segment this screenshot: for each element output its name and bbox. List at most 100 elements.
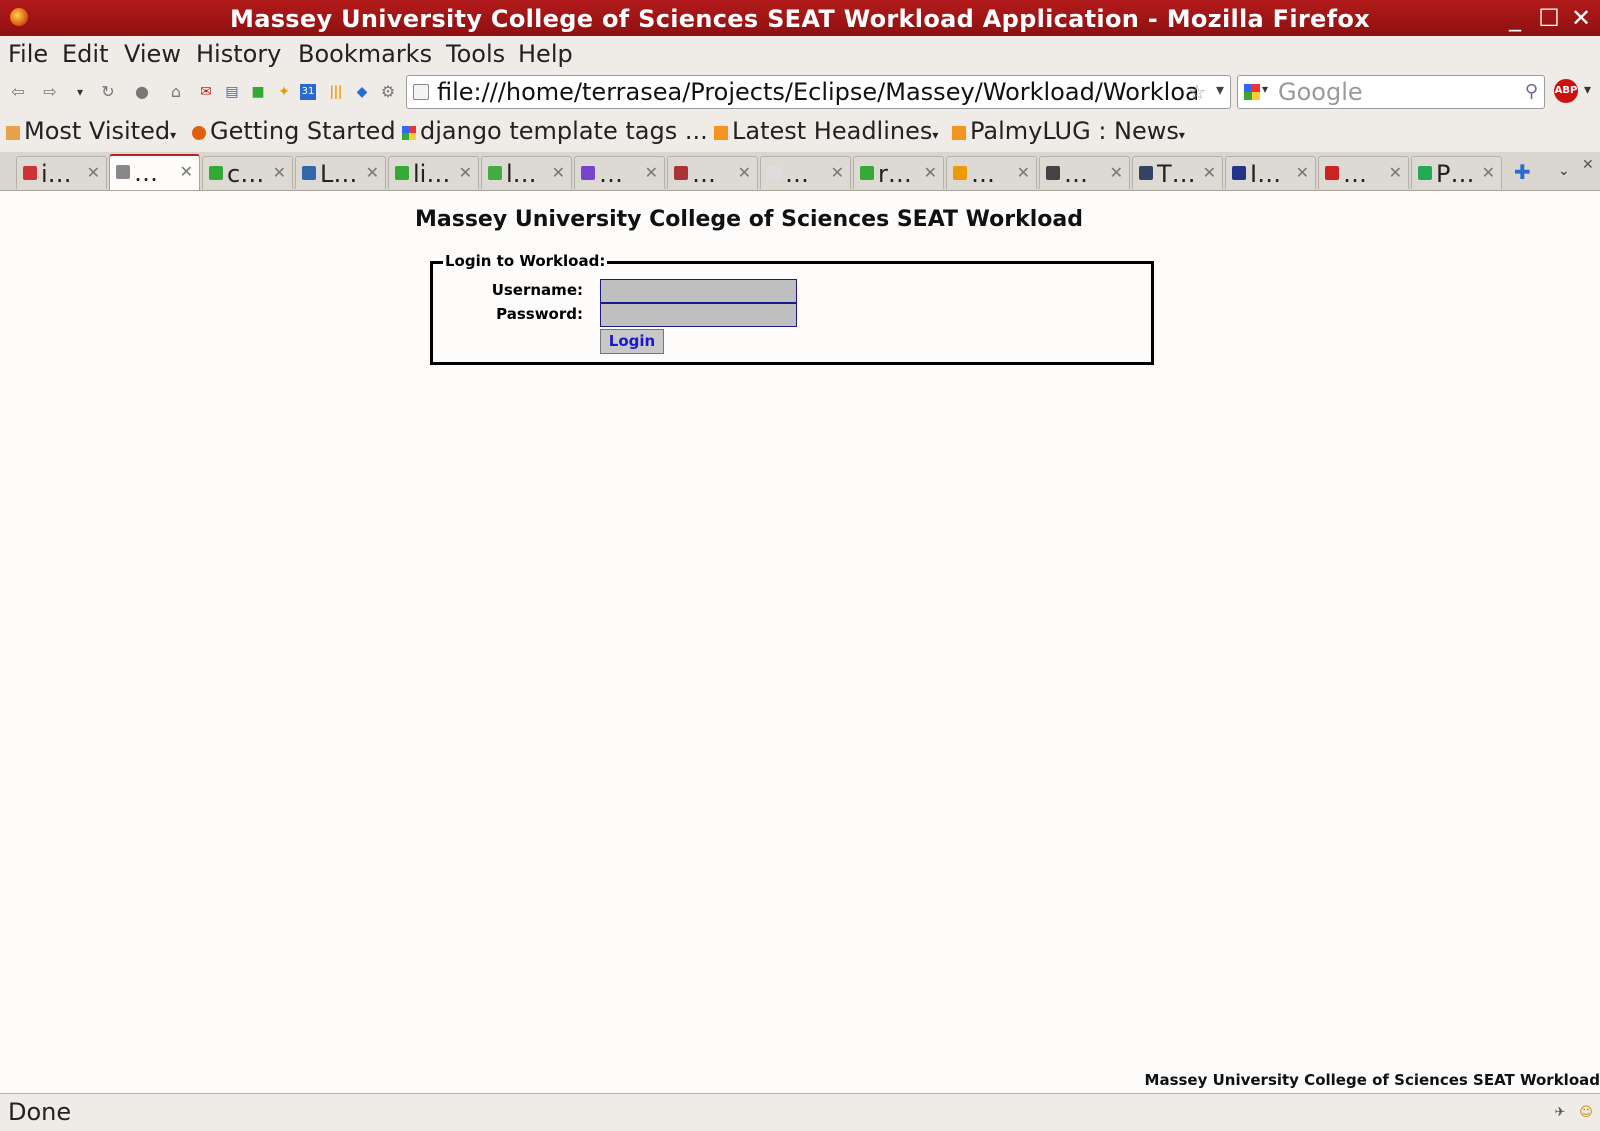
bookmark-django-template-tags[interactable]: django template tags ... bbox=[402, 117, 708, 145]
login-button[interactable]: Login bbox=[600, 329, 664, 354]
bookmark-palmylug-news[interactable]: PalmyLUG : News▾ bbox=[952, 117, 1185, 145]
tab[interactable]: li… ✕ bbox=[388, 156, 479, 189]
url-dropdown-icon[interactable]: ▾ bbox=[1216, 80, 1224, 99]
tab-close-icon[interactable]: ✕ bbox=[645, 163, 658, 182]
gear-icon[interactable]: ⚙ bbox=[378, 82, 398, 102]
tab-close-icon[interactable]: ✕ bbox=[831, 163, 844, 182]
bookmark-star-icon[interactable]: ☆ bbox=[1188, 80, 1206, 104]
menu-edit[interactable]: Edit bbox=[62, 40, 108, 68]
status-text: Done bbox=[8, 1098, 72, 1126]
tab[interactable]: I… ✕ bbox=[1225, 156, 1316, 189]
tab-label: … bbox=[134, 159, 158, 187]
search-placeholder[interactable]: Google bbox=[1278, 78, 1363, 106]
url-text[interactable]: file:///home/terrasea/Projects/Eclipse/M… bbox=[437, 78, 1197, 106]
reload-icon[interactable]: ↻ bbox=[98, 82, 118, 102]
tab-list-dropdown-icon[interactable]: ⌄ bbox=[1558, 163, 1570, 179]
tab-label: … bbox=[785, 160, 809, 188]
tab[interactable]: l… ✕ bbox=[481, 156, 572, 189]
search-engine-dropdown-icon[interactable]: ▾ bbox=[1262, 82, 1268, 96]
close-icon[interactable]: ✕ bbox=[1566, 4, 1596, 32]
search-icon[interactable]: ⚲ bbox=[1525, 81, 1538, 102]
tab-close-icon[interactable]: ✕ bbox=[552, 163, 565, 182]
bookmark-getting-started[interactable]: Getting Started bbox=[192, 117, 396, 145]
page-footer: Massey University College of Sciences SE… bbox=[1144, 1071, 1600, 1089]
menu-view[interactable]: View bbox=[124, 40, 181, 68]
maximize-icon[interactable]: ☐ bbox=[1534, 4, 1564, 32]
tab[interactable]: … ✕ bbox=[574, 156, 665, 189]
close-tab-icon[interactable]: ✕ bbox=[1582, 157, 1594, 173]
tab-close-icon[interactable]: ✕ bbox=[459, 163, 472, 182]
back-icon[interactable]: ⇦ bbox=[8, 82, 28, 102]
tab[interactable]: T… ✕ bbox=[1132, 156, 1223, 189]
tab-label: … bbox=[971, 160, 995, 188]
login-form: Login to Workload: Username: Password: L… bbox=[430, 252, 1154, 365]
menu-bookmarks[interactable]: Bookmarks bbox=[298, 40, 432, 68]
addon-icon[interactable]: ☺ bbox=[1578, 1105, 1594, 1121]
search-engine-icon[interactable] bbox=[1244, 84, 1260, 100]
minimize-icon[interactable]: _ bbox=[1500, 4, 1530, 32]
gmail-icon[interactable]: ✉ bbox=[196, 82, 216, 102]
home-icon[interactable]: ⌂ bbox=[166, 82, 186, 102]
tab-close-icon[interactable]: ✕ bbox=[1296, 163, 1309, 182]
google-docs-icon[interactable]: ▤ bbox=[222, 82, 242, 102]
tab-favicon-icon bbox=[767, 166, 781, 180]
menu-history[interactable]: History bbox=[196, 40, 281, 68]
bookmark-latest-headlines[interactable]: Latest Headlines▾ bbox=[714, 117, 938, 145]
new-tab-icon[interactable]: ✚ bbox=[1514, 160, 1531, 184]
tab-close-icon[interactable]: ✕ bbox=[1203, 163, 1216, 182]
password-field[interactable] bbox=[600, 303, 797, 327]
tab[interactable]: … ✕ bbox=[1318, 156, 1409, 189]
tab-label: li… bbox=[413, 160, 451, 188]
tab-favicon-icon bbox=[116, 165, 130, 179]
tab[interactable]: c… ✕ bbox=[202, 156, 293, 189]
tab-close-icon[interactable]: ✕ bbox=[924, 163, 937, 182]
tab-favicon-icon bbox=[488, 166, 502, 180]
rss-icon bbox=[952, 126, 966, 140]
tab[interactable]: … ✕ bbox=[667, 156, 758, 189]
tab-favicon-icon bbox=[209, 166, 223, 180]
search-bar[interactable]: ▾ Google ⚲ bbox=[1237, 75, 1545, 109]
site-identity-icon[interactable] bbox=[413, 84, 429, 100]
menu-file[interactable]: File bbox=[8, 40, 48, 68]
google-icon[interactable]: ■ bbox=[248, 82, 268, 102]
tab[interactable]: i… ✕ bbox=[16, 156, 107, 189]
menu-tools[interactable]: Tools bbox=[446, 40, 505, 68]
tab-close-icon[interactable]: ✕ bbox=[180, 162, 193, 181]
app-icon[interactable]: ◆ bbox=[352, 82, 372, 102]
tab-close-icon[interactable]: ✕ bbox=[1389, 163, 1402, 182]
tab[interactable]: L… ✕ bbox=[295, 156, 386, 189]
tab-favicon-icon bbox=[1232, 166, 1246, 180]
stop-icon[interactable]: ● bbox=[132, 82, 152, 102]
tab[interactable]: … ✕ bbox=[946, 156, 1037, 189]
tab-close-icon[interactable]: ✕ bbox=[1017, 163, 1030, 182]
forward-icon[interactable]: ⇨ bbox=[40, 82, 60, 102]
tab-favicon-icon bbox=[23, 166, 37, 180]
adblock-icon[interactable]: ABP bbox=[1554, 79, 1578, 103]
tab[interactable]: r… ✕ bbox=[853, 156, 944, 189]
bookmarks-service-icon[interactable]: ǀǀǀ bbox=[326, 82, 346, 102]
username-label: Username: bbox=[491, 281, 583, 299]
bookmark-most-visited[interactable]: Most Visited▾ bbox=[6, 117, 176, 145]
adblock-dropdown-icon[interactable]: ▾ bbox=[1584, 82, 1591, 98]
tab-close-icon[interactable]: ✕ bbox=[1482, 163, 1495, 182]
username-field[interactable] bbox=[600, 279, 797, 303]
url-bar[interactable]: file:///home/terrasea/Projects/Eclipse/M… bbox=[406, 75, 1231, 109]
calendar-icon[interactable]: 31 bbox=[300, 84, 316, 100]
photos-icon[interactable]: ✦ bbox=[274, 82, 294, 102]
history-dropdown-icon[interactable]: ▾ bbox=[70, 82, 90, 102]
bookmark-label: Latest Headlines bbox=[732, 117, 933, 145]
tab-label: … bbox=[692, 160, 716, 188]
tab-close-icon[interactable]: ✕ bbox=[87, 163, 100, 182]
window-title-bar: Massey University College of Sciences SE… bbox=[0, 0, 1600, 36]
tab[interactable]: P… ✕ bbox=[1411, 156, 1502, 189]
tab-close-icon[interactable]: ✕ bbox=[1110, 163, 1123, 182]
network-icon[interactable]: ✈ bbox=[1552, 1105, 1568, 1121]
tab[interactable]: … ✕ bbox=[109, 154, 200, 190]
rss-icon bbox=[714, 126, 728, 140]
tab[interactable]: … ✕ bbox=[760, 156, 851, 189]
tab-close-icon[interactable]: ✕ bbox=[273, 163, 286, 182]
tab[interactable]: … ✕ bbox=[1039, 156, 1130, 189]
menu-help[interactable]: Help bbox=[518, 40, 573, 68]
tab-close-icon[interactable]: ✕ bbox=[738, 163, 751, 182]
tab-close-icon[interactable]: ✕ bbox=[366, 163, 379, 182]
